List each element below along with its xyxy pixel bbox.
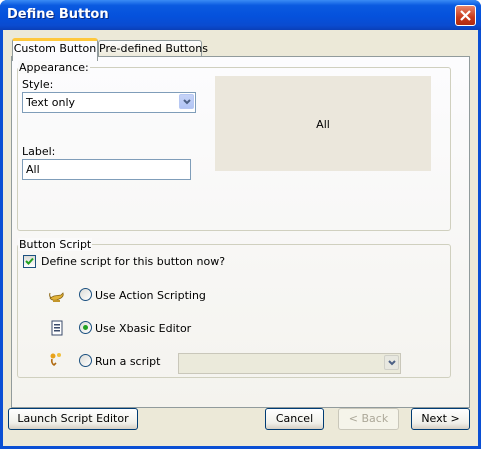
launch-script-editor-button[interactable]: Launch Script Editor — [8, 408, 138, 430]
back-button[interactable]: < Back — [338, 408, 399, 430]
radio-action-scripting[interactable] — [79, 288, 92, 301]
tab-predefined-buttons[interactable]: Pre-defined Buttons — [98, 40, 208, 57]
xbasic-editor-label[interactable]: Use Xbasic Editor — [95, 322, 191, 335]
label-input-value: All — [26, 163, 40, 176]
style-label: Style: — [22, 78, 54, 91]
label-input[interactable]: All — [22, 159, 191, 180]
define-script-checkbox[interactable] — [23, 255, 36, 268]
style-dropdown-button[interactable] — [179, 94, 194, 109]
radio-run-script[interactable] — [79, 354, 92, 367]
style-select[interactable]: Text only — [22, 92, 196, 113]
chevron-down-icon — [183, 99, 191, 105]
close-button[interactable] — [455, 5, 476, 26]
appearance-group: Appearance: Style: Text only Label: All … — [17, 61, 451, 231]
tab-predefined-buttons-label: Pre-defined Buttons — [99, 42, 208, 55]
close-icon — [460, 10, 471, 21]
script-dropdown-button[interactable] — [384, 355, 399, 370]
title-bar[interactable]: Define Button — [0, 0, 481, 30]
button-script-group: Button Script Define script for this but… — [17, 238, 451, 378]
radio-selected-dot — [83, 325, 88, 330]
checkmark-icon — [25, 257, 34, 265]
window-title: Define Button — [7, 7, 109, 22]
run-script-icon — [50, 353, 61, 367]
launch-script-editor-label: Launch Script Editor — [17, 412, 129, 425]
dialog-body: Custom Button Pre-defined Buttons Appear… — [3, 30, 478, 446]
appearance-group-label: Appearance: — [18, 61, 90, 74]
next-label: Next > — [421, 412, 460, 425]
define-script-label[interactable]: Define script for this button now? — [41, 255, 225, 268]
tab-custom-button[interactable]: Custom Button — [12, 38, 98, 61]
next-button[interactable]: Next > — [411, 408, 470, 430]
cancel-button[interactable]: Cancel — [265, 408, 324, 430]
style-select-value: Text only — [26, 96, 76, 109]
action-scripting-label[interactable]: Use Action Scripting — [95, 289, 206, 302]
label-field-label: Label: — [22, 145, 56, 158]
tab-custom-button-label: Custom Button — [13, 42, 97, 55]
radio-xbasic-editor[interactable] — [79, 321, 92, 334]
script-select[interactable] — [178, 353, 401, 374]
dialog-window: Define Button Custom Button Pre-defined … — [0, 0, 481, 449]
chevron-down-icon — [388, 360, 396, 366]
genie-lamp-icon — [49, 292, 64, 302]
tab-panel: Appearance: Style: Text only Label: All … — [11, 56, 470, 408]
cancel-label: Cancel — [275, 412, 314, 425]
xbasic-editor-icon — [51, 320, 63, 336]
back-label: < Back — [348, 412, 389, 425]
run-script-label[interactable]: Run a script — [95, 355, 160, 368]
button-preview: All — [215, 76, 431, 171]
button-preview-text: All — [316, 118, 330, 131]
button-script-group-label: Button Script — [18, 238, 93, 251]
